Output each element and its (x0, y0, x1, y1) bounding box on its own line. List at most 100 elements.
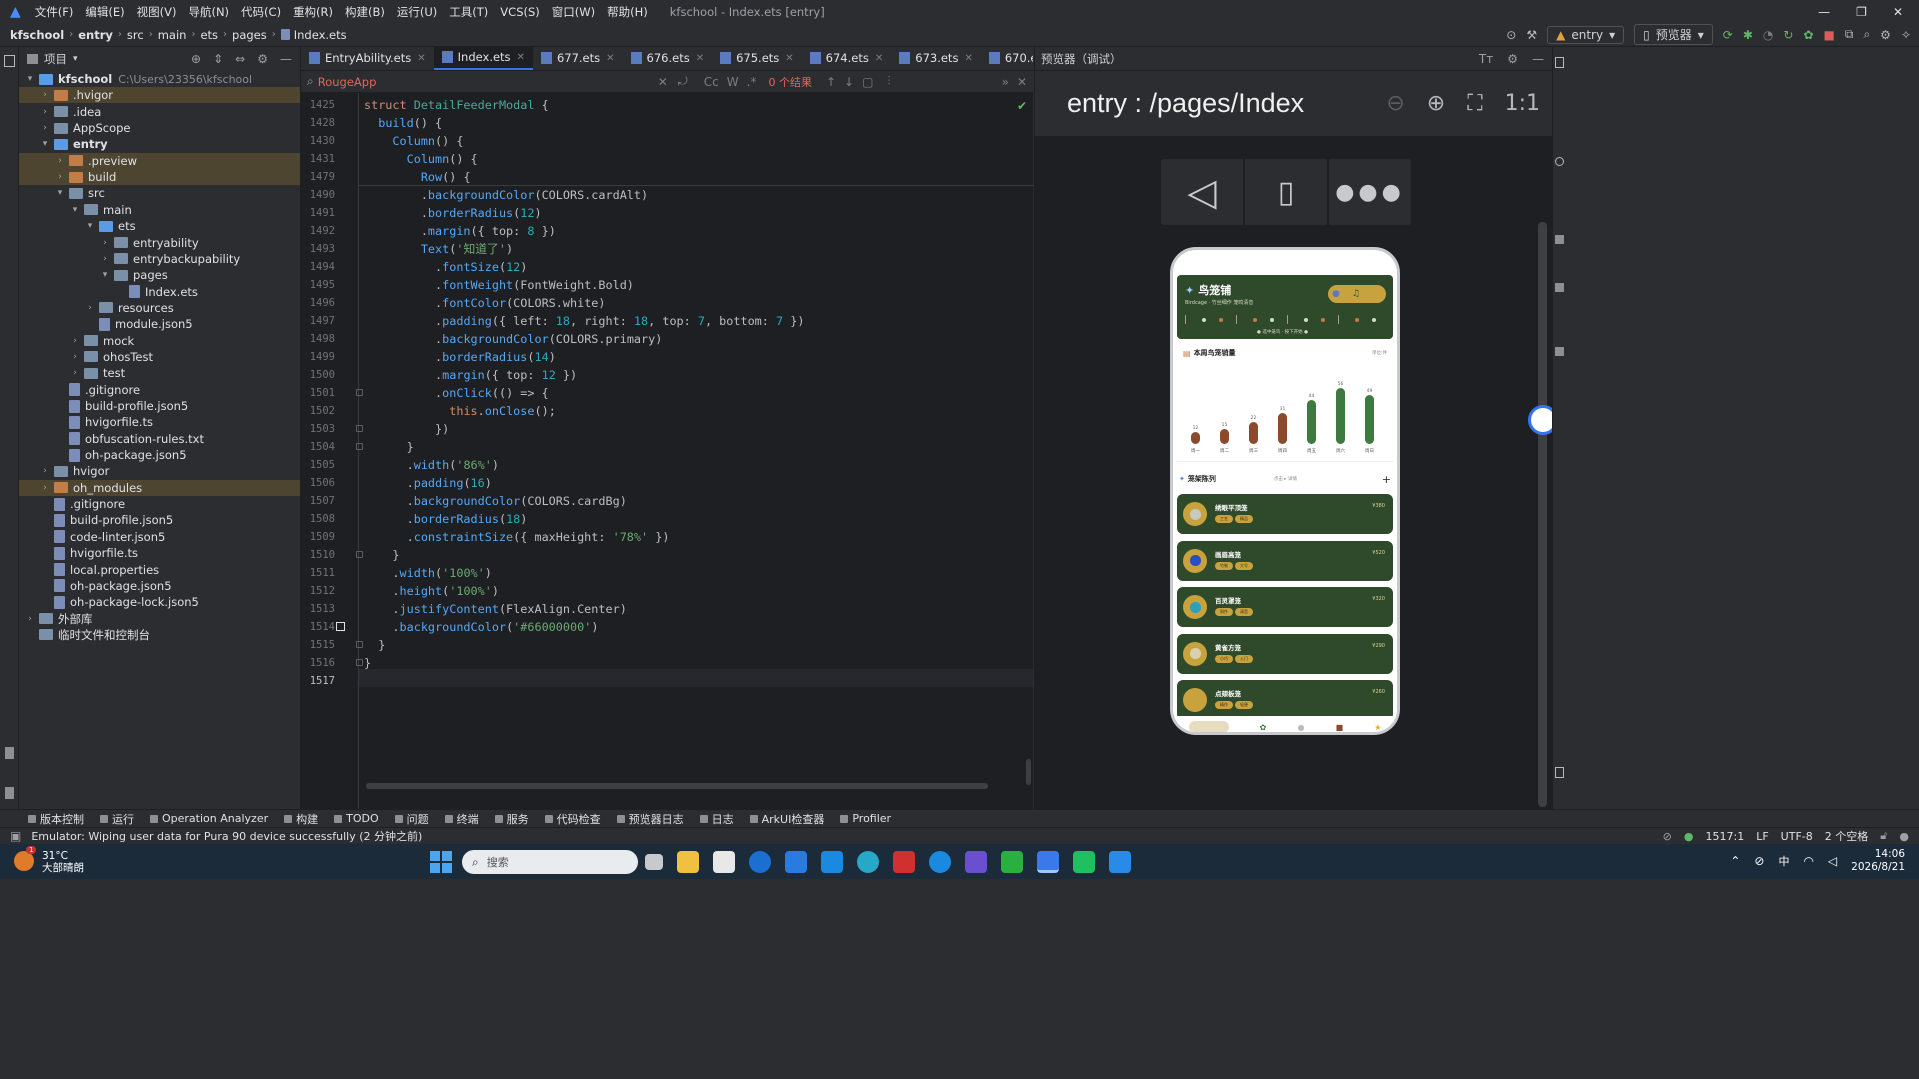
codegenie-tool-icon[interactable] (1555, 157, 1564, 166)
tree-item[interactable]: build-profile.json5 (19, 512, 300, 528)
bottom-tool[interactable]: ArkUI检查器 (749, 811, 824, 827)
tree-item[interactable]: › ohosTest (19, 349, 300, 365)
hide-icon[interactable]: — (1532, 52, 1544, 66)
task-view-icon[interactable] (645, 854, 663, 870)
menu-item[interactable]: VCS(S) (500, 5, 539, 19)
breadcrumb-item[interactable]: main (158, 28, 187, 42)
tree-item[interactable]: › test (19, 365, 300, 381)
tree-item[interactable]: ▾ entry (19, 136, 300, 152)
fold-marker-icon[interactable] (356, 551, 363, 558)
close-button[interactable]: ✕ (1893, 5, 1903, 19)
tree-item[interactable]: oh-package-lock.json5 (19, 594, 300, 610)
editor-tab[interactable]: EntryAbility.ets ✕ (301, 47, 434, 70)
more-button[interactable]: ●●● (1329, 159, 1411, 225)
find-input[interactable]: RougeApp (318, 75, 658, 89)
hp-icon[interactable] (749, 851, 771, 873)
more-icon[interactable]: » (1002, 75, 1009, 89)
hammer-icon[interactable]: ⚒ (1526, 28, 1537, 42)
editor-tab[interactable]: 675.ets ✕ (712, 47, 802, 70)
regex-toggle[interactable]: .* (747, 75, 757, 89)
mail-icon[interactable] (785, 851, 807, 873)
whole-words-toggle[interactable]: W (727, 75, 739, 89)
minimize-button[interactable]: — (1818, 5, 1830, 19)
tray-network-icon[interactable]: ⊘ (1754, 854, 1764, 868)
indent-setting[interactable]: 2 个空格 (1825, 828, 1869, 844)
caret-position[interactable]: 1517:1 (1706, 830, 1745, 843)
collapse-all-icon[interactable]: ⇔ (235, 52, 245, 66)
profile-icon[interactable]: ✿ (1803, 28, 1813, 42)
tree-item[interactable]: › entrybackupability (19, 251, 300, 267)
device-manager-icon[interactable]: ⧉ (1845, 27, 1854, 42)
close-tab-icon[interactable]: ✕ (964, 53, 972, 64)
preview-scrollbar[interactable] (1538, 222, 1547, 807)
tab-box-icon[interactable]: ■ (1336, 723, 1344, 732)
clock-time[interactable]: 14:06 (1851, 848, 1905, 861)
select-all-icon[interactable]: ▢ (862, 75, 873, 89)
bottom-tool[interactable]: 问题 (394, 811, 429, 827)
fold-marker-icon[interactable] (356, 659, 363, 666)
tab-star-icon[interactable]: ★ (1374, 723, 1381, 732)
feather-icon[interactable] (965, 851, 987, 873)
color-swatch-icon[interactable] (336, 622, 345, 631)
fold-marker-icon[interactable] (356, 389, 363, 396)
bottom-tool[interactable]: 代码检查 (544, 811, 601, 827)
memory-icon[interactable]: ● (1899, 830, 1909, 843)
structure-icon[interactable] (5, 787, 14, 799)
line-separator[interactable]: LF (1756, 830, 1768, 843)
locate-icon[interactable]: ⊕ (191, 52, 201, 66)
device-file-tool-icon[interactable] (1555, 767, 1564, 778)
tree-item[interactable]: › mock (19, 333, 300, 349)
breadcrumb-item[interactable]: kfschool (10, 28, 64, 42)
editor-tab[interactable]: 674.ets ✕ (802, 47, 892, 70)
windows-start-icon[interactable] (430, 851, 452, 873)
run-config-select[interactable]: ▲ entry ▾ (1547, 25, 1625, 44)
wifi-icon[interactable]: ◠ (1803, 854, 1813, 868)
target-icon[interactable]: ⊙ (1506, 28, 1516, 42)
horizontal-scrollbar[interactable] (366, 783, 988, 789)
rotate-button[interactable]: ▯ (1245, 159, 1327, 225)
cage-card[interactable]: 黄雀方笼 ¥290 小巧 入门 (1177, 633, 1393, 674)
menu-item[interactable]: 运行(U) (397, 4, 437, 20)
editor-tab[interactable]: 676.ets ✕ (623, 47, 713, 70)
header-toggle[interactable]: ● ♫ (1328, 285, 1386, 303)
fit-screen-icon[interactable]: ⛶ (1467, 91, 1482, 116)
bottom-tool[interactable]: 预览器日志 (616, 811, 684, 827)
ime-indicator[interactable]: 中 (1778, 853, 1789, 869)
debug-icon[interactable]: ✱ (1743, 28, 1753, 42)
close-tab-icon[interactable]: ✕ (517, 52, 525, 63)
reload-icon[interactable]: ↻ (1783, 28, 1793, 42)
bottom-tool[interactable]: 运行 (100, 811, 134, 827)
outlook-icon[interactable] (821, 851, 843, 873)
tree-item[interactable]: .gitignore (19, 382, 300, 398)
stop-icon[interactable]: ■ (1824, 28, 1835, 42)
menu-item[interactable]: 导航(N) (188, 4, 229, 20)
close-tab-icon[interactable]: ✕ (606, 53, 614, 64)
project-panel-title[interactable]: 项目 (44, 51, 67, 67)
weather-widget[interactable]: 1 31°C 大部晴朗 (14, 845, 84, 874)
breadcrumb-item[interactable]: pages (232, 28, 267, 42)
zoom-in-icon[interactable]: ⊕ (1427, 91, 1445, 116)
next-result-icon[interactable]: ↓ (844, 75, 854, 89)
close-tab-icon[interactable]: ✕ (875, 53, 883, 64)
bottom-tool[interactable]: TODO (334, 812, 379, 825)
bottom-tool[interactable]: 日志 (699, 811, 734, 827)
vscode-icon[interactable] (1109, 851, 1131, 873)
maximize-button[interactable]: ❐ (1856, 5, 1867, 19)
prev-result-icon[interactable]: ↑ (826, 75, 836, 89)
tree-item[interactable]: › resources (19, 300, 300, 316)
bottom-tool[interactable]: 服务 (494, 811, 529, 827)
menu-item[interactable]: 帮助(H) (607, 4, 648, 20)
menu-item[interactable]: 构建(B) (345, 4, 385, 20)
chat-app-icon[interactable] (1073, 851, 1095, 873)
editor-tab[interactable]: Index.ets ✕ (433, 47, 533, 70)
tree-item[interactable]: code-linter.json5 (19, 529, 300, 545)
volume-icon[interactable]: ◁ (1828, 854, 1837, 868)
bottom-tool[interactable]: 终端 (444, 811, 479, 827)
tree-item[interactable]: oh-package.json5 (19, 578, 300, 594)
actual-size-icon[interactable]: 1:1 (1505, 91, 1540, 116)
cage-card[interactable]: 百灵罩笼 ¥320 铜件 清音 (1177, 587, 1393, 627)
close-tab-icon[interactable]: ✕ (696, 53, 704, 64)
readonly-lock-icon[interactable]: 🔓︎ (1880, 829, 1887, 843)
fold-marker-icon[interactable] (356, 641, 363, 648)
gear-icon[interactable]: ⚙ (1507, 52, 1518, 66)
